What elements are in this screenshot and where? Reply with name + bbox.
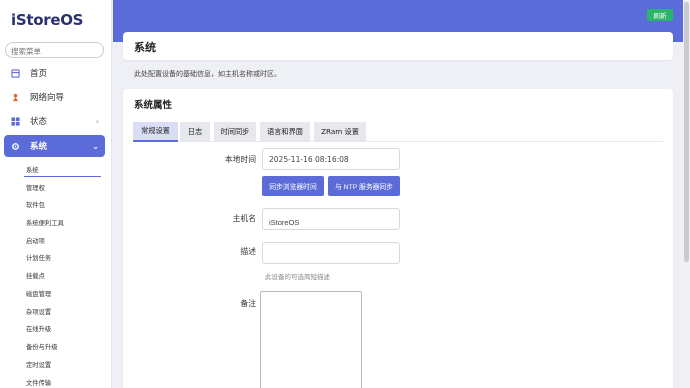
notes-label: 备注 [240,299,256,308]
subitem-timer-settings[interactable]: 定时设置 [26,360,51,369]
home-icon [8,68,22,78]
page-scrollbar[interactable] [683,0,690,388]
menu-search-input[interactable] [5,42,104,58]
scrollbar-thumb[interactable] [684,2,689,262]
page-title: 系统 [134,41,156,54]
subitem-admin[interactable]: 管理权 [26,183,45,192]
page-title-card: 系统 [123,32,673,60]
subitem-disk-management[interactable]: 磁盘管理 [26,289,51,298]
sidebar-item-system[interactable]: 系统 ⌄ [4,135,105,157]
section-title: 系统属性 [134,100,173,111]
app-logo: iStoreOS [11,11,84,29]
tab-language-ui[interactable]: 语言和界面 [260,122,310,142]
subitem-online-upgrade[interactable]: 在线升级 [26,324,51,333]
local-time-label: 本地时间 [224,155,256,164]
description-hint: 此设备的可选简短描述 [265,273,330,281]
page-description: 此处配置设备的基础信息，如主机名称或时区。 [134,70,281,78]
subitem-scheduled-tasks[interactable]: 计划任务 [26,253,51,262]
hostname-label: 主机名 [232,214,256,223]
system-properties-card: 系统属性 常规设置 日志 时间同步 语言和界面 ZRam 设置 本地时间 202… [123,89,673,388]
chevron-right-icon: › [95,116,99,126]
subitem-mount-points[interactable]: 挂载点 [26,271,45,280]
sidebar-item-label: 系统 [30,142,48,152]
subitem-misc-settings[interactable]: 杂项设置 [26,307,51,316]
tab-bar: 常规设置 日志 时间同步 语言和界面 ZRam 设置 [133,122,663,142]
tab-log[interactable]: 日志 [180,122,210,142]
tab-general[interactable]: 常规设置 [133,122,178,142]
subitem-backup-upgrade[interactable]: 备份与升级 [26,342,57,351]
tab-time-sync[interactable]: 时间同步 [214,122,256,142]
sidebar-item-status[interactable]: 状态 › [4,110,105,132]
gear-icon [8,142,22,151]
hostname-input[interactable] [262,208,400,230]
description-input[interactable] [262,242,400,264]
sidebar-item-label: 状态 [30,117,48,127]
sidebar-item-network-wizard[interactable]: 网络向导 [4,86,105,108]
subitem-system-tools[interactable]: 系统便利工具 [26,218,64,227]
tab-zram[interactable]: ZRam 设置 [314,122,366,142]
subitem-file-transfer[interactable]: 文件传输 [26,378,51,387]
description-label: 描述 [240,247,256,256]
sync-ntp-button[interactable]: 与 NTP 服务器同步 [328,176,400,196]
subitem-system[interactable]: 系统 [26,165,39,174]
sync-browser-time-button[interactable]: 同步浏览器时间 [262,176,324,196]
grid-icon [8,116,22,126]
active-subitem-indicator [24,176,101,177]
local-time-value: 2025-11-16 08:16:08 [262,148,400,170]
sidebar-item-label: 网络向导 [30,93,65,103]
notes-textarea[interactable] [260,291,362,388]
chevron-down-icon: ⌄ [92,141,99,151]
wizard-icon [8,93,22,102]
sidebar-item-label: 首页 [30,69,48,79]
sidebar: iStoreOS 首页 网络向导 状态 › 系统 ⌄ 系统 管理权 软件包 系统… [0,0,112,388]
subitem-startup[interactable]: 启动项 [26,236,45,245]
sidebar-item-home[interactable]: 首页 [4,62,105,84]
subitem-packages[interactable]: 软件包 [26,200,45,209]
refresh-button[interactable]: 刷新 [647,9,673,21]
